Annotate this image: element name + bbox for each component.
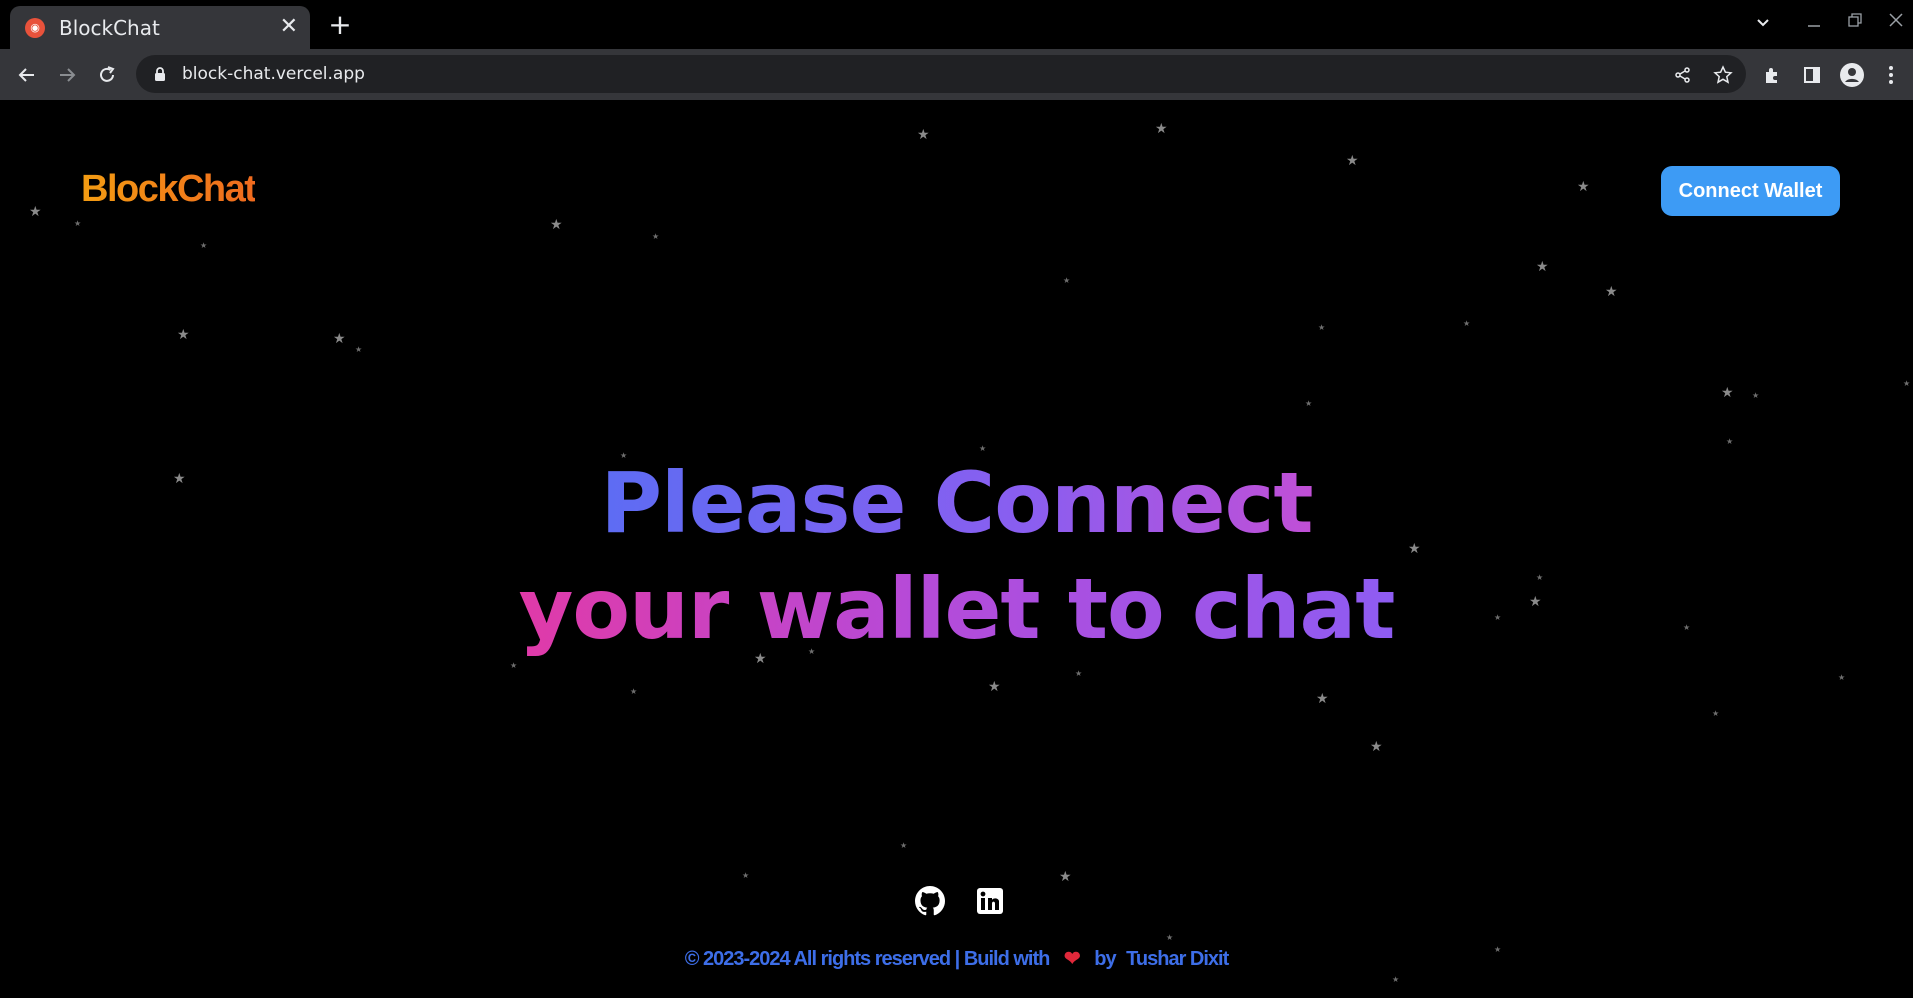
star-icon: ★ (1318, 323, 1326, 332)
extensions-icon[interactable] (1760, 63, 1784, 87)
chevron-down-icon[interactable] (1755, 14, 1771, 34)
star-icon: ★ (550, 217, 563, 233)
bookmark-star-icon[interactable] (1712, 64, 1734, 86)
author-link[interactable]: Tushar Dixit (1126, 948, 1229, 970)
connect-wallet-button[interactable]: Connect Wallet (1661, 166, 1840, 216)
close-tab-icon[interactable]: ✕ (280, 15, 298, 39)
star-icon: ★ (1903, 379, 1911, 388)
star-icon: ★ (1392, 975, 1400, 984)
brand-logo[interactable]: BlockChat (81, 168, 257, 211)
menu-kebab-icon[interactable] (1879, 63, 1903, 87)
star-icon: ★ (1316, 691, 1329, 707)
star-icon: ★ (1063, 276, 1071, 285)
star-icon: ★ (1838, 673, 1846, 682)
hero-line-2: your wallet to chat (519, 556, 1396, 662)
forward-icon[interactable] (52, 60, 82, 90)
star-icon: ★ (1346, 153, 1359, 169)
github-icon[interactable] (914, 885, 946, 917)
side-panel-icon[interactable] (1800, 63, 1824, 87)
star-icon: ★ (1166, 933, 1174, 942)
browser-tab-bar: ◉ BlockChat ✕ + (0, 0, 1913, 49)
star-icon: ★ (1752, 391, 1760, 400)
profile-avatar-icon[interactable] (1840, 63, 1864, 87)
star-icon: ★ (29, 204, 42, 220)
star-icon: ★ (1712, 709, 1720, 718)
minimize-icon[interactable] (1806, 12, 1822, 33)
browser-tab[interactable]: ◉ BlockChat ✕ (10, 6, 310, 49)
star-icon: ★ (1577, 179, 1590, 195)
back-icon[interactable] (12, 60, 42, 90)
reload-icon[interactable] (92, 60, 122, 90)
star-icon: ★ (900, 841, 908, 850)
star-icon: ★ (1059, 869, 1072, 885)
hero-heading: Please Connect your wallet to chat (0, 450, 1913, 662)
new-tab-icon[interactable]: + (325, 10, 355, 40)
star-icon: ★ (1305, 399, 1313, 408)
star-icon: ★ (355, 345, 363, 354)
heart-icon: ❤ (1063, 948, 1081, 970)
lock-icon (155, 67, 165, 81)
hero-line-1: Please Connect (600, 450, 1313, 556)
star-icon: ★ (1605, 284, 1618, 300)
footer-credit: © 2023-2024 All rights reserved | Build … (0, 946, 1913, 971)
url-text: block-chat.vercel.app (182, 64, 365, 84)
star-icon: ★ (1721, 385, 1734, 401)
star-icon: ★ (1536, 259, 1549, 275)
star-icon: ★ (333, 331, 346, 347)
linkedin-icon[interactable] (974, 885, 1006, 917)
star-icon: ★ (1726, 437, 1734, 446)
page-viewport: ★ ★ ★ ★ ★ ★ ★ ★ ★ ★ ★ ★ ★ ★ ★ ★ ★ ★ ★ ★ … (0, 100, 1913, 998)
star-icon: ★ (630, 687, 638, 696)
star-icon: ★ (988, 679, 1001, 695)
star-icon: ★ (1463, 319, 1471, 328)
tab-title: BlockChat (59, 15, 160, 40)
star-icon: ★ (652, 232, 660, 241)
star-icon: ★ (1155, 121, 1168, 137)
by-text: by (1094, 948, 1116, 970)
star-icon: ★ (200, 241, 208, 250)
address-bar[interactable]: block-chat.vercel.app (136, 55, 1746, 93)
star-icon: ★ (742, 871, 750, 880)
close-window-icon[interactable] (1888, 12, 1904, 33)
star-icon: ★ (177, 327, 190, 343)
star-icon: ★ (1370, 739, 1383, 755)
share-icon[interactable] (1672, 64, 1694, 86)
star-icon: ★ (1075, 669, 1083, 678)
favicon-icon: ◉ (25, 17, 45, 38)
star-icon: ★ (74, 219, 82, 228)
star-icon: ★ (510, 661, 518, 670)
copyright-text: © 2023-2024 All rights reserved | Build … (684, 948, 1051, 970)
star-icon: ★ (917, 127, 930, 143)
browser-toolbar: block-chat.vercel.app (0, 49, 1913, 100)
restore-icon[interactable] (1847, 12, 1863, 33)
